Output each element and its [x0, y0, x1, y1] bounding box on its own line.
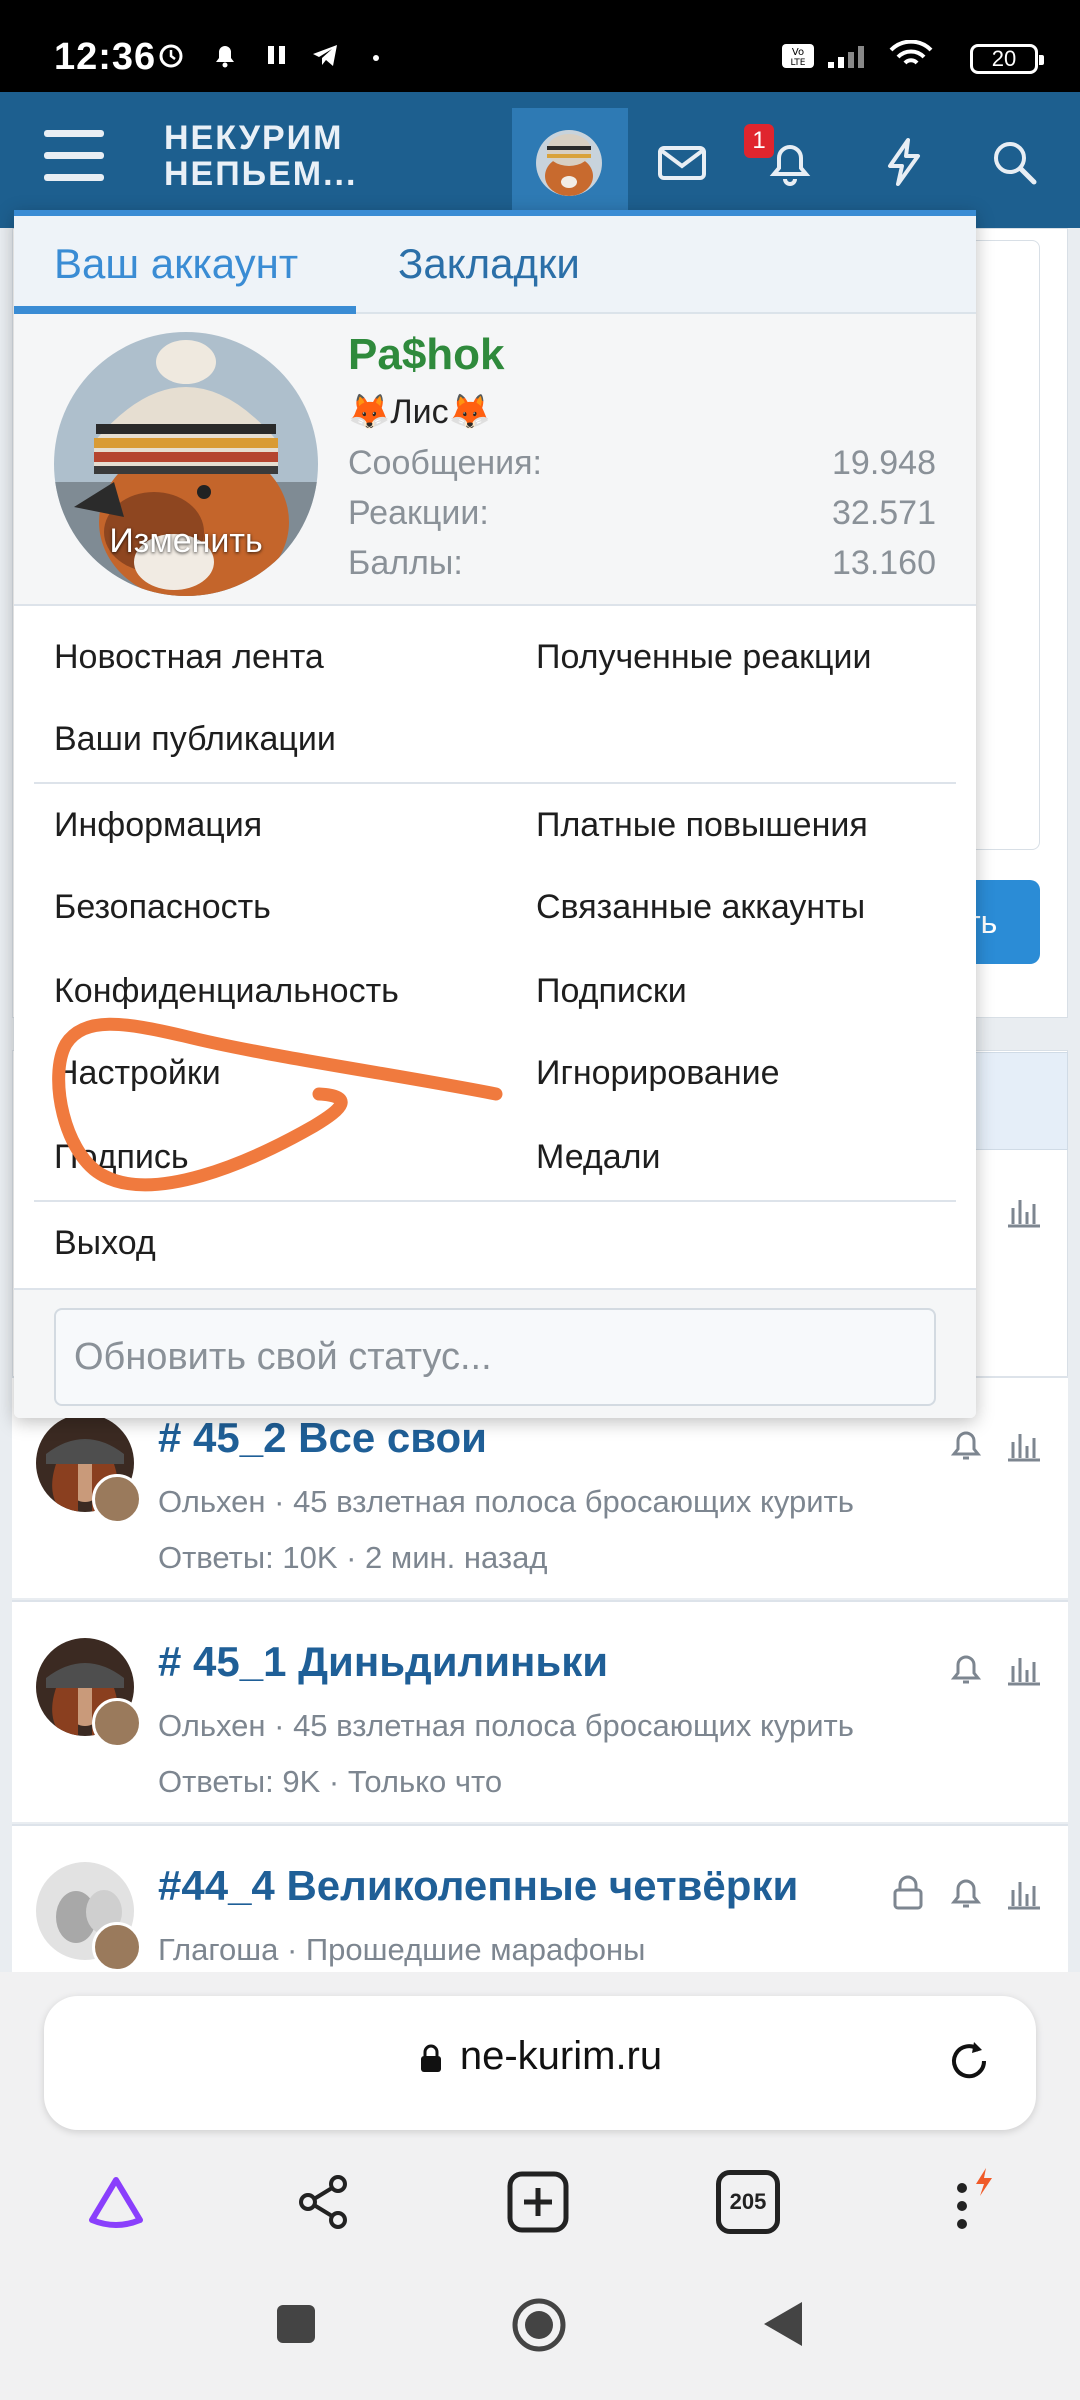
menu-item-your-posts[interactable]: Ваши публикации [54, 720, 336, 759]
last-poster-avatar [92, 1922, 142, 1972]
share-icon[interactable] [292, 2170, 356, 2234]
menu-item-connected-accounts[interactable]: Связанные аккаунты [536, 888, 865, 927]
watch-bell-icon[interactable] [946, 1424, 986, 1464]
bell-notification-icon [216, 46, 234, 68]
menu-item-security[interactable]: Безопасность [54, 888, 271, 927]
stat-points-value: 13.160 [832, 544, 936, 582]
back-triangle-icon[interactable] [760, 2298, 806, 2350]
menu-item-privacy[interactable]: Конфиденциальность [54, 972, 399, 1011]
tab-bookmarks[interactable]: Закладки [398, 240, 580, 288]
logo-line-1: НЕКУРИМ [164, 119, 344, 157]
status-input[interactable] [54, 1308, 936, 1406]
browser-chrome: ne-kurim.ru 205 [0, 1972, 1080, 2400]
thread-meta: Ольхен · 45 взлетная полоса бросающих ку… [158, 1708, 854, 1743]
tabs-counter-button[interactable]: 205 [716, 2170, 780, 2234]
alarm-icon [159, 44, 183, 68]
thread-title[interactable]: #44_4 Великолепные четвёрки [158, 1862, 798, 1910]
logo-line-2: НЕПЬЕМ... [164, 155, 358, 193]
more-menu-icon[interactable] [930, 2162, 1010, 2242]
menu-item-ignoring[interactable]: Игнорирование [536, 1054, 780, 1093]
thread-meta: Глагоша · Прошедшие марафоны [158, 1932, 646, 1967]
recent-apps-square-icon[interactable] [274, 2302, 318, 2346]
svg-text:Vo: Vo [792, 47, 804, 58]
stat-messages-value: 19.948 [832, 444, 936, 482]
annotation-scribble [52, 1017, 503, 1192]
status-update-area [14, 1288, 976, 1418]
reload-icon[interactable] [944, 2036, 994, 2086]
thread-stats: Ответы: 10K · 2 мин. назад [158, 1540, 548, 1575]
menu-divider [34, 782, 956, 784]
thread-title[interactable]: # 45_1 Диньдилиньки [158, 1638, 608, 1686]
search-icon[interactable] [988, 136, 1040, 188]
account-tabs: Ваш аккаунт Закладки [14, 216, 976, 314]
stat-reactions-value: 32.571 [832, 494, 936, 532]
forum-header: НЕКУРИМ НЕПЬЕМ... 1 [0, 92, 1080, 228]
alerts-badge: 1 [744, 124, 774, 158]
tabs-count: 205 [729, 2189, 767, 2214]
background-list-header [964, 1052, 1068, 1150]
thread-meta: Ольхен · 45 взлетная полоса бросающих ку… [158, 1484, 854, 1519]
home-circle-icon[interactable] [510, 2296, 568, 2354]
menu-item-medals[interactable]: Медали [536, 1138, 660, 1177]
thread-row[interactable]: # 45_1 Диньдилиньки Ольхен · 45 взлетная… [12, 1600, 1068, 1822]
stats-icon[interactable] [1004, 1648, 1044, 1688]
menu-divider [34, 1200, 956, 1202]
url-display[interactable]: ne-kurim.ru [44, 2034, 1036, 2079]
username[interactable]: Pa$hok [348, 330, 505, 380]
menu-item-information[interactable]: Информация [54, 806, 262, 845]
status-bar: 12:36 Vo LTE 20 [0, 0, 1080, 92]
site-logo[interactable]: НЕКУРИМ НЕПЬЕМ... [164, 120, 357, 192]
menu-item-logout[interactable]: Выход [54, 1224, 156, 1263]
tab-your-account[interactable]: Ваш аккаунт [54, 240, 298, 288]
profile-summary: Изменить Pa$hok 🦊Лис🦊 Сообщения: 19.948 … [14, 314, 976, 606]
signal-icon [828, 46, 864, 68]
active-tab-indicator [14, 306, 356, 314]
menu-item-reactions-received[interactable]: Полученные реакции [536, 638, 871, 677]
watch-bell-icon[interactable] [946, 1872, 986, 1912]
user-title: 🦊Лис🦊 [348, 393, 491, 431]
watch-bell-icon[interactable] [946, 1648, 986, 1688]
menu-hamburger-icon[interactable] [44, 130, 104, 182]
stats-icon[interactable] [1004, 1190, 1044, 1230]
battery-indicator: 20 [970, 44, 1044, 74]
stat-points-label: Баллы: [348, 544, 463, 582]
locked-lock-icon [893, 1875, 923, 1910]
last-poster-avatar [92, 1474, 142, 1524]
thread-title[interactable]: # 45_2 Все свои [158, 1414, 487, 1462]
change-avatar-label[interactable]: Изменить [54, 522, 318, 561]
user-avatar-small [536, 130, 602, 196]
telegram-icon [313, 45, 337, 66]
menu-item-preferences[interactable]: Настройки [54, 1054, 221, 1093]
whats-new-bolt-icon[interactable] [878, 136, 930, 188]
user-avatar-large[interactable]: Изменить [54, 332, 318, 596]
pause-media-icon [268, 46, 285, 64]
thread-stats: Ответы: 9K · Только что [158, 1764, 503, 1799]
url-text: ne-kurim.ru [459, 2034, 663, 2078]
dot-icon [373, 55, 379, 61]
stat-messages-label: Сообщения: [348, 444, 542, 482]
stats-icon[interactable] [1004, 1872, 1044, 1912]
account-dropdown-menu: Ваш аккаунт Закладки Изменить Pa$hok 🦊Ли… [14, 210, 976, 1418]
menu-item-signature[interactable]: Подпись [54, 1138, 189, 1177]
stats-icon[interactable] [1004, 1424, 1044, 1464]
menu-item-following[interactable]: Подписки [536, 972, 687, 1011]
clock: 12:36 [54, 36, 157, 78]
volte-icon: VoLTE [782, 44, 814, 68]
menu-item-news-feed[interactable]: Новостная лента [54, 638, 324, 677]
alice-assistant-icon[interactable] [84, 2170, 148, 2234]
new-tab-plus-icon[interactable] [506, 2170, 570, 2234]
menu-item-paid-upgrades[interactable]: Платные повышения [536, 806, 868, 845]
wifi-icon [889, 40, 933, 65]
lock-icon [420, 2044, 441, 2073]
inbox-envelope-icon[interactable] [656, 136, 708, 188]
last-poster-avatar [92, 1698, 142, 1748]
svg-text:LTE: LTE [791, 58, 806, 68]
address-bar[interactable]: ne-kurim.ru [44, 1996, 1036, 2130]
stat-reactions-label: Реакции: [348, 494, 489, 532]
thread-row[interactable]: #44_4 Великолепные четвёрки Глагоша · Пр… [12, 1824, 1068, 1972]
